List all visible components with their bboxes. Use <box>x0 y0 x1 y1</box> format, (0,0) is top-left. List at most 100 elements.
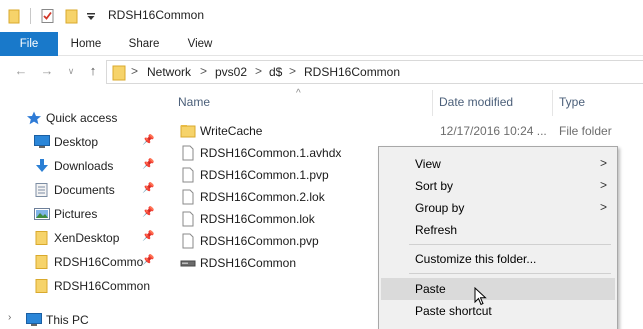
computer-icon <box>26 313 42 326</box>
file-icon <box>182 145 194 161</box>
file-icon <box>182 211 194 227</box>
menu-item-view[interactable]: View > <box>381 153 615 175</box>
menu-item-label: Paste <box>415 282 446 296</box>
file-icon <box>182 189 194 205</box>
column-header-type[interactable]: Type <box>559 95 585 109</box>
tab-file[interactable]: File <box>0 32 58 56</box>
disk-icon <box>180 260 196 267</box>
menu-separator <box>409 244 611 245</box>
sidebar-item-label: RDSH16Commo <box>54 255 144 269</box>
table-row[interactable]: WriteCache 12/17/2016 10:24 ... File fol… <box>176 120 643 142</box>
pin-icon[interactable]: 📌 <box>142 183 154 194</box>
breadcrumb-d-share[interactable]: d$ <box>269 65 282 79</box>
sidebar-item-label: Pictures <box>54 207 98 221</box>
sidebar-item-label: Quick access <box>46 111 118 125</box>
breadcrumb-separator[interactable]: > <box>131 64 138 78</box>
sidebar-item-rdsh16common[interactable]: RDSH16Common <box>0 274 160 298</box>
submenu-chevron-icon: > <box>599 156 607 170</box>
pin-icon[interactable]: 📌 <box>142 207 154 218</box>
sidebar-item-label: RDSH16Common <box>54 279 151 293</box>
menu-item-paste[interactable]: Paste <box>381 278 615 300</box>
sidebar-item-rdsh16commo[interactable]: RDSH16Commo 📌 <box>0 250 160 274</box>
menu-item-label: Customize this folder... <box>415 252 537 266</box>
breadcrumb-separator[interactable]: > <box>200 64 207 78</box>
mouse-cursor-icon <box>474 287 487 306</box>
file-name: WriteCache <box>200 124 263 138</box>
navigation-bar: ← → ∨ ↑ > Network > pvs02 > d$ > RDSH16C… <box>0 56 643 88</box>
menu-item-group-by[interactable]: Group by > <box>381 197 615 219</box>
folder-icon <box>8 9 20 24</box>
up-arrow-icon[interactable]: ↑ <box>86 64 100 78</box>
sidebar-item-quick-access[interactable]: Quick access <box>0 106 160 130</box>
breadcrumb-rdsh16common[interactable]: RDSH16Common <box>304 65 400 79</box>
column-divider[interactable] <box>552 90 553 116</box>
column-header-date-modified[interactable]: Date modified <box>439 95 513 109</box>
folder-icon <box>35 231 48 245</box>
tab-home[interactable]: Home <box>58 32 114 56</box>
sidebar-item-label: XenDesktop <box>54 231 120 245</box>
sidebar-item-label: Documents <box>54 183 115 197</box>
downloads-icon <box>36 159 48 172</box>
pin-icon[interactable]: 📌 <box>142 231 154 242</box>
new-folder-icon[interactable] <box>64 8 80 24</box>
sidebar-item-documents[interactable]: Documents 📌 <box>0 178 160 202</box>
desktop-icon <box>34 135 50 148</box>
file-name: RDSH16Common.1.pvp <box>200 168 329 182</box>
file-date: 12/17/2016 10:24 ... <box>440 124 547 138</box>
pictures-icon <box>34 208 50 220</box>
menu-item-refresh[interactable]: Refresh <box>381 219 615 241</box>
column-header-name[interactable]: Name <box>178 95 210 109</box>
folder-icon <box>180 125 196 138</box>
tab-share[interactable]: Share <box>114 32 174 56</box>
title-separator <box>30 8 31 24</box>
menu-item-label: View <box>415 157 441 171</box>
sort-ascending-icon: ^ <box>296 88 301 99</box>
menu-item-sort-by[interactable]: Sort by > <box>381 175 615 197</box>
star-icon <box>27 111 41 125</box>
customize-toolbar-icon[interactable] <box>86 8 96 24</box>
documents-icon <box>35 183 48 197</box>
sidebar-item-downloads[interactable]: Downloads 📌 <box>0 154 160 178</box>
menu-separator <box>409 273 611 274</box>
window-title: RDSH16Common <box>108 8 205 22</box>
pin-icon[interactable]: 📌 <box>142 159 154 170</box>
sidebar-item-label: Downloads <box>54 159 114 173</box>
properties-icon[interactable] <box>40 8 56 24</box>
sidebar-item-this-pc[interactable]: › This PC <box>0 308 160 329</box>
expand-chevron-icon[interactable]: › <box>8 312 11 323</box>
breadcrumb-network[interactable]: Network <box>147 65 191 79</box>
file-name: RDSH16Common.2.lok <box>200 190 325 204</box>
address-bar[interactable]: > Network > pvs02 > d$ > RDSH16Common <box>106 60 643 84</box>
sidebar-item-xendesktop[interactable]: XenDesktop 📌 <box>0 226 160 250</box>
file-name: RDSH16Common.pvp <box>200 234 319 248</box>
breadcrumb-separator[interactable]: > <box>289 64 296 78</box>
menu-item-paste-shortcut[interactable]: Paste shortcut <box>381 300 615 322</box>
recent-locations-chevron-icon[interactable]: ∨ <box>64 64 78 78</box>
folder-icon <box>35 279 48 293</box>
pin-icon[interactable]: 📌 <box>142 135 154 146</box>
breadcrumb-separator[interactable]: > <box>255 64 262 78</box>
sidebar-item-pictures[interactable]: Pictures 📌 <box>0 202 160 226</box>
column-divider[interactable] <box>432 90 433 116</box>
menu-item-customize-folder[interactable]: Customize this folder... <box>381 248 615 270</box>
navigation-pane: Quick access Desktop 📌 Downloads 📌 Docum… <box>0 96 160 329</box>
menu-item-label: Group by <box>415 201 465 215</box>
context-menu: View > Sort by > Group by > Refresh Cust… <box>378 146 618 329</box>
forward-arrow-icon[interactable]: → <box>40 64 54 78</box>
file-type: File folder <box>559 124 612 138</box>
file-name: RDSH16Common.lok <box>200 212 315 226</box>
pin-icon[interactable]: 📌 <box>142 255 154 266</box>
file-icon <box>182 167 194 183</box>
back-arrow-icon[interactable]: ← <box>14 64 28 78</box>
folder-icon <box>35 255 48 269</box>
file-name: RDSH16Common.1.avhdx <box>200 146 342 160</box>
sidebar-item-desktop[interactable]: Desktop 📌 <box>0 130 160 154</box>
ribbon-tabs: File Home Share View <box>0 32 643 56</box>
submenu-chevron-icon: > <box>599 200 607 214</box>
submenu-chevron-icon: > <box>599 178 607 192</box>
file-icon <box>182 233 194 249</box>
file-name: RDSH16Common <box>200 256 297 270</box>
breadcrumb-pvs02[interactable]: pvs02 <box>215 65 247 79</box>
tab-view[interactable]: View <box>174 32 226 56</box>
folder-icon <box>112 65 126 81</box>
